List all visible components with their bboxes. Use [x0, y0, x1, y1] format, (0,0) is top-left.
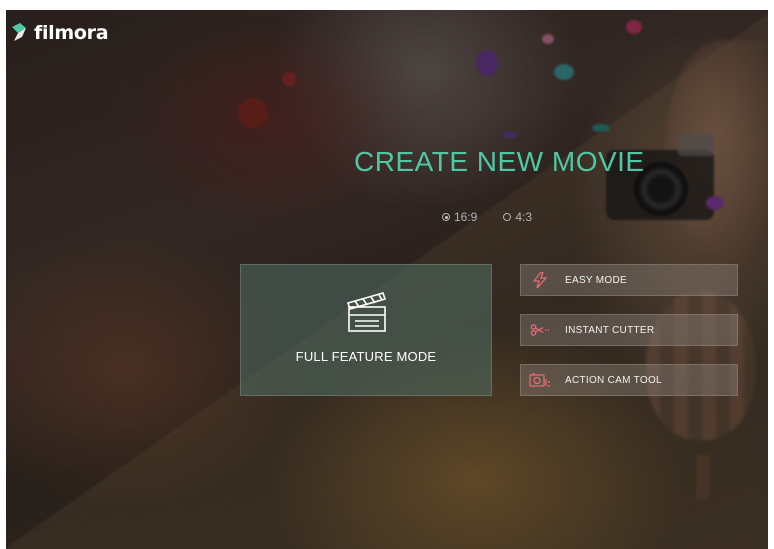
ratio-option-16-9[interactable]: 16:9: [442, 210, 477, 224]
instant-cutter-button[interactable]: INSTANT CUTTER: [520, 314, 738, 346]
full-feature-mode-label: FULL FEATURE MODE: [295, 349, 437, 364]
instant-cutter-label: INSTANT CUTTER: [565, 324, 655, 336]
ratio-label: 16:9: [454, 210, 478, 224]
radio-selected-icon[interactable]: [442, 213, 450, 221]
lightning-icon: [529, 272, 551, 288]
action-camera-icon: [529, 372, 551, 388]
action-cam-tool-label: ACTION CAM TOOL: [565, 374, 662, 386]
ratio-option-4-3[interactable]: 4:3: [503, 210, 532, 224]
easy-mode-label: EASY MODE: [565, 274, 627, 286]
easy-mode-button[interactable]: EASY MODE: [520, 264, 738, 296]
filmora-logo: filmora: [12, 22, 109, 44]
scissors-icon: [529, 322, 551, 338]
filmora-logo-icon: [12, 23, 26, 41]
action-cam-tool-button[interactable]: ACTION CAM TOOL: [520, 364, 738, 396]
logo-text: filmora: [34, 22, 109, 44]
page-title: CREATE NEW MOVIE: [354, 146, 645, 177]
clapperboard-icon: [346, 292, 387, 332]
aspect-ratio-selector: 16:9 4:3: [442, 210, 532, 224]
full-feature-mode-button[interactable]: FULL FEATURE MODE: [240, 264, 492, 396]
app-window: filmora CREATE NEW MOVIE 16:9 4:3 FULL F…: [6, 10, 768, 549]
ratio-label: 4:3: [515, 210, 533, 224]
radio-unselected-icon[interactable]: [503, 213, 512, 221]
